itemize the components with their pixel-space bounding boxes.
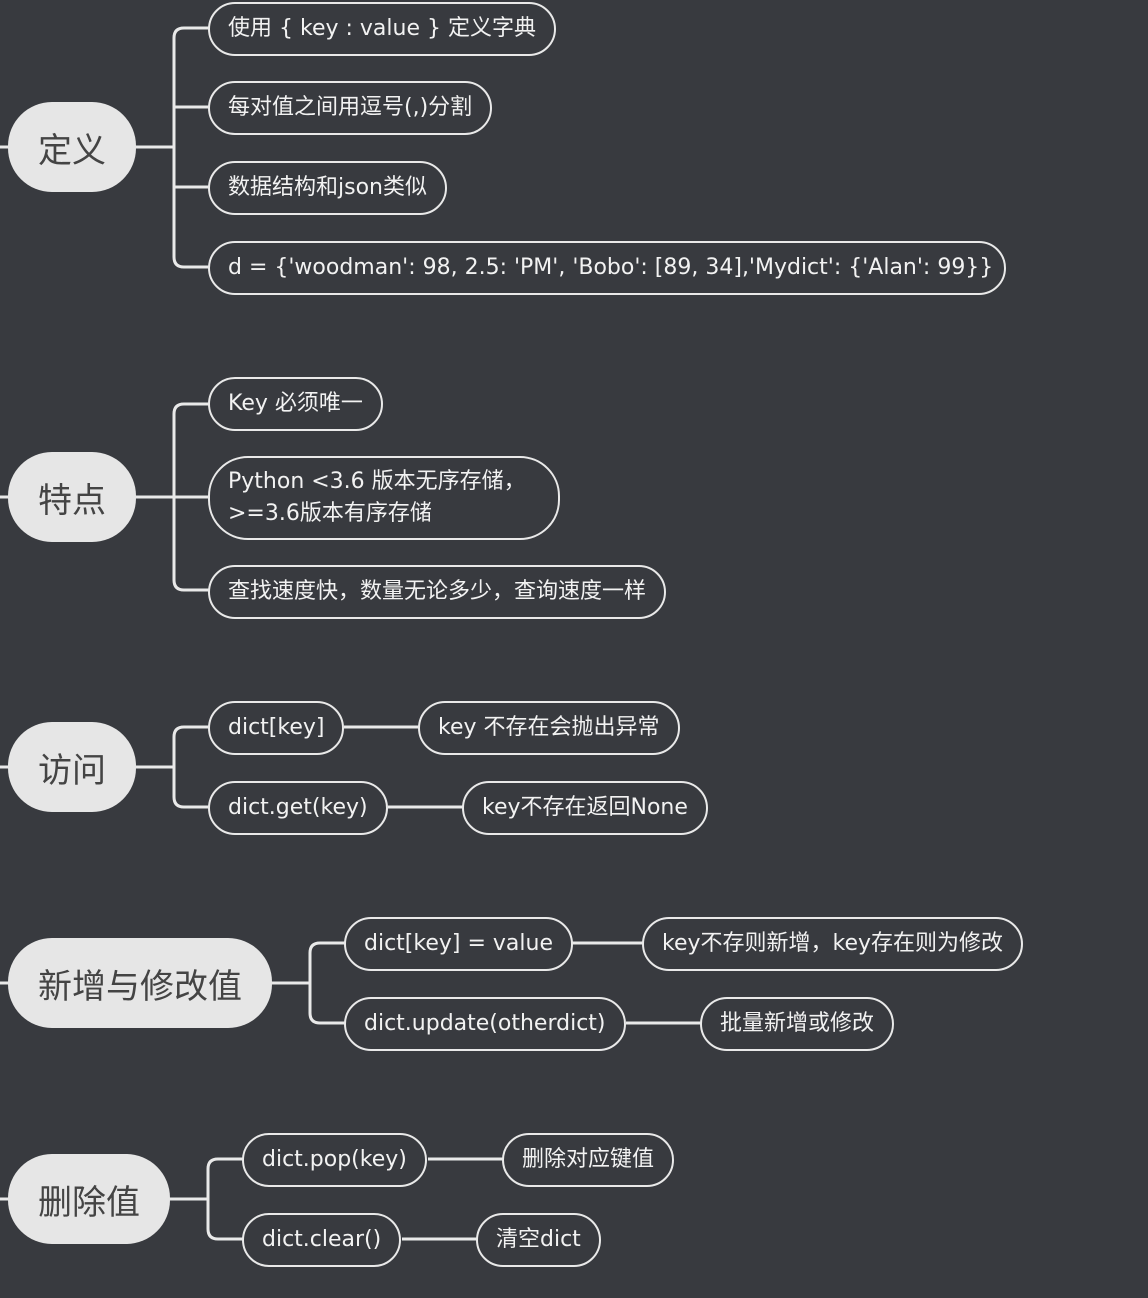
topic-features[interactable]: 特点	[8, 452, 136, 542]
feature-line: Python <3.6 版本无序存储，	[228, 469, 526, 494]
add-modify-note[interactable]: key不存则新增，key存在则为修改	[642, 917, 1024, 971]
delete-method[interactable]: dict.pop(key)	[242, 1133, 427, 1187]
mind-map: 定义 使用 { key : value } 定义字典 每对值之间用逗号(,)分割…	[0, 0, 1148, 1298]
delete-note[interactable]: 删除对应键值	[502, 1133, 675, 1187]
access-note[interactable]: key 不存在会抛出异常	[418, 701, 680, 755]
delete-note[interactable]: 清空dict	[476, 1213, 601, 1267]
definition-item[interactable]: 使用 { key : value } 定义字典	[208, 2, 556, 56]
connector	[206, 1157, 244, 1241]
feature-line: >=3.6版本有序存储	[228, 501, 432, 526]
feature-item[interactable]: Key 必须唯一	[208, 377, 383, 431]
delete-method[interactable]: dict.clear()	[242, 1213, 402, 1267]
connector	[308, 941, 346, 1025]
feature-item[interactable]: 查找速度快，数量无论多少，查询速度一样	[208, 565, 667, 619]
connector-lines	[0, 26, 702, 1241]
definition-item[interactable]: 数据结构和json类似	[208, 161, 447, 215]
definition-item[interactable]: 每对值之间用逗号(,)分割	[208, 81, 493, 135]
add-modify-note[interactable]: 批量新增或修改	[700, 997, 895, 1051]
definition-example[interactable]: d = {'woodman': 98, 2.5: 'PM', 'Bobo': […	[208, 241, 1006, 295]
access-method[interactable]: dict.get(key)	[208, 781, 388, 835]
feature-item[interactable]: Python <3.6 版本无序存储， >=3.6版本有序存储	[208, 456, 560, 540]
access-method[interactable]: dict[key]	[208, 701, 345, 755]
topic-add-modify[interactable]: 新增与修改值	[8, 938, 272, 1028]
access-note[interactable]: key不存在返回None	[462, 781, 708, 835]
add-modify-method[interactable]: dict[key] = value	[344, 917, 573, 971]
topic-access[interactable]: 访问	[8, 722, 136, 812]
topic-definition[interactable]: 定义	[8, 102, 136, 192]
connector	[172, 26, 210, 269]
connector	[172, 725, 210, 809]
topic-delete[interactable]: 删除值	[8, 1154, 170, 1244]
add-modify-method[interactable]: dict.update(otherdict)	[344, 997, 626, 1051]
